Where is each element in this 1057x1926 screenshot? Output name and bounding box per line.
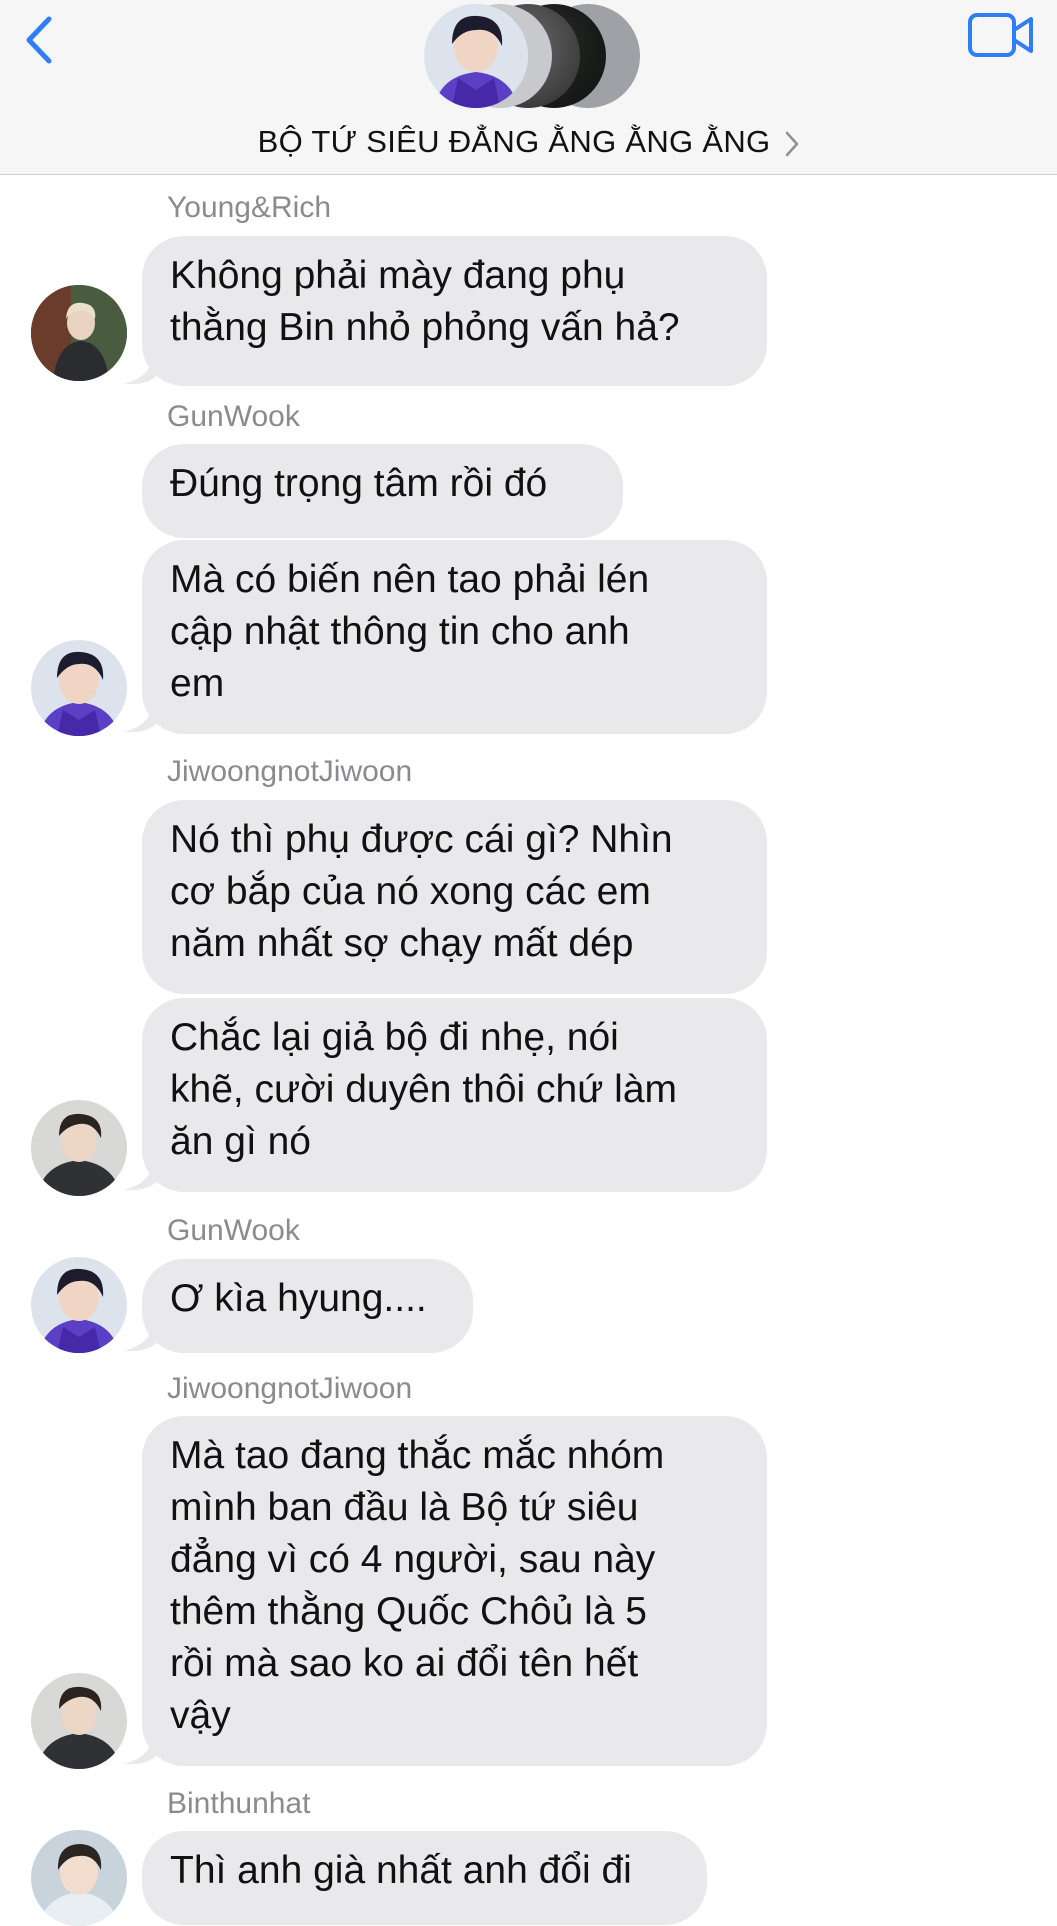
bubble-tail bbox=[124, 350, 160, 385]
avatar-jiwoong bbox=[31, 1100, 127, 1196]
sender-name: JiwoongnotJiwoon bbox=[167, 1372, 413, 1405]
message-line: Ơ kìa hyung.... bbox=[170, 1277, 427, 1320]
message-line: em bbox=[170, 662, 225, 705]
message-line: cơ bắp của nó xong các em bbox=[170, 870, 651, 913]
message-list: Young&Rich Không phải mày đang phụ thằng… bbox=[0, 175, 1057, 1926]
message-line: Không phải mày đang phụ bbox=[170, 254, 626, 297]
message-bubble[interactable]: Không phải mày đang phụ thằng Bin nhỏ ph… bbox=[142, 236, 767, 386]
message-line: khẽ, cười duyên thôi chứ làm bbox=[170, 1068, 678, 1111]
chevron-right-icon bbox=[786, 131, 799, 157]
back-button[interactable] bbox=[14, 8, 64, 72]
message-line: Mà có biến nên tao phải lén bbox=[170, 558, 650, 601]
message-line: vậy bbox=[170, 1694, 231, 1737]
message-line: Thì anh già nhất anh đổi đi bbox=[170, 1849, 632, 1892]
message-line: thêm thằng Quốc Chôủ là 5 bbox=[170, 1590, 647, 1633]
group-avatar-stack[interactable] bbox=[424, 4, 644, 112]
message-bubble[interactable]: Chắc lại giả bộ đi nhẹ, nói khẽ, cười du… bbox=[142, 998, 767, 1192]
message-line: năm nhất sợ chạy mất dép bbox=[170, 922, 634, 965]
sender-name: Young&Rich bbox=[167, 191, 332, 224]
video-camera-icon bbox=[968, 13, 1033, 57]
sender-name: JiwoongnotJiwoon bbox=[167, 755, 413, 788]
chevron-left-icon bbox=[26, 16, 52, 64]
video-call-button[interactable] bbox=[966, 8, 1036, 62]
message-line: Chắc lại giả bộ đi nhẹ, nói bbox=[170, 1016, 619, 1059]
message-bubble[interactable]: Mà tao đang thắc mắc nhóm mình ban đầu l… bbox=[142, 1416, 767, 1766]
avatar-binthunhat bbox=[31, 1830, 127, 1926]
bubble-tail bbox=[124, 698, 160, 733]
group-name: BỘ TỨ SIÊU ĐẲNG ẰNG ẰNG ẰNG bbox=[257, 124, 771, 159]
avatar-jiwoong bbox=[31, 1673, 127, 1769]
message-line: đẳng vì có 4 người, sau này bbox=[170, 1538, 656, 1581]
group-title-button[interactable]: BỘ TỨ SIÊU ĐẲNG ẰNG ẰNG ẰNG bbox=[0, 124, 1057, 160]
chat-header: BỘ TỨ SIÊU ĐẲNG ẰNG ẰNG ẰNG bbox=[0, 0, 1057, 175]
bubble-tail bbox=[124, 1730, 160, 1765]
message-line: Mà tao đang thắc mắc nhóm bbox=[170, 1434, 665, 1477]
sender-name: Binthunhat bbox=[167, 1787, 311, 1820]
message-line: Nó thì phụ được cái gì? Nhìn bbox=[170, 818, 673, 861]
bubble-tail bbox=[124, 1317, 160, 1352]
bubble-tail bbox=[124, 1156, 160, 1191]
group-avatar-main bbox=[424, 4, 528, 108]
message-line: thằng Bin nhỏ phỏng vấn hả? bbox=[170, 306, 680, 349]
message-line: Đúng trọng tâm rồi đó bbox=[170, 462, 548, 505]
sender-name: GunWook bbox=[167, 400, 300, 433]
message-bubble[interactable]: Thì anh già nhất anh đổi đi bbox=[142, 1831, 707, 1925]
avatar-gunwook bbox=[31, 640, 127, 736]
message-line: ăn gì nó bbox=[170, 1120, 311, 1163]
message-line: rồi mà sao ko ai đổi tên hết bbox=[170, 1642, 639, 1685]
message-bubble[interactable]: Mà có biến nên tao phải lén cập nhật thô… bbox=[142, 540, 767, 734]
message-line: mình ban đầu là Bộ tứ siêu bbox=[170, 1486, 639, 1529]
avatar-gunwook bbox=[31, 1257, 127, 1353]
message-bubble[interactable]: Ơ kìa hyung.... bbox=[142, 1259, 473, 1353]
avatar-young-rich bbox=[31, 285, 127, 381]
message-bubble[interactable]: Nó thì phụ được cái gì? Nhìn cơ bắp của … bbox=[142, 800, 767, 994]
sender-name: GunWook bbox=[167, 1214, 300, 1247]
message-line: cập nhật thông tin cho anh bbox=[170, 610, 630, 653]
message-bubble[interactable]: Đúng trọng tâm rồi đó bbox=[142, 444, 623, 538]
